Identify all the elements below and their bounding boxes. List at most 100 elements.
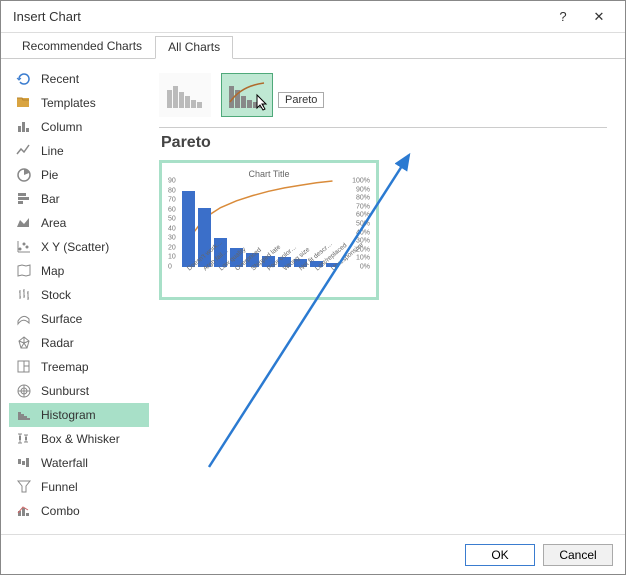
- sidebar-item-label: Line: [41, 144, 64, 158]
- y-tick: 90: [168, 178, 176, 185]
- subtype-tooltip: Pareto: [278, 92, 324, 108]
- tab-recommended[interactable]: Recommended Charts: [9, 35, 155, 58]
- right-tick: 80%: [356, 195, 370, 202]
- sidebar-item-label: Radar: [41, 336, 74, 350]
- right-tick: 60%: [356, 212, 370, 219]
- column-icon: [15, 119, 33, 135]
- bar-icon: [15, 191, 33, 207]
- funnel-icon: [15, 479, 33, 495]
- sidebar-item-waterfall[interactable]: Waterfall: [9, 451, 149, 475]
- sidebar-item-column[interactable]: Column: [9, 115, 149, 139]
- sidebar-item-recent[interactable]: Recent: [9, 67, 149, 91]
- sidebar-item-histogram[interactable]: Histogram: [9, 403, 149, 427]
- dialog-body: Recent Templates Column Line Pie Bar Area X Y (…: [1, 59, 625, 534]
- chart-type-sidebar: Recent Templates Column Line Pie Bar Area X Y (…: [9, 67, 149, 526]
- dialog-title: Insert Chart: [13, 9, 545, 24]
- sidebar-item-surface[interactable]: Surface: [9, 307, 149, 331]
- sidebar-item-label: Map: [41, 264, 64, 278]
- cursor-icon: [256, 94, 270, 112]
- preview-x-labels: Doesn't work…Argh fail…Low qualityOverpr…: [182, 267, 372, 303]
- boxwhisker-icon: [15, 431, 33, 447]
- sidebar-item-funnel[interactable]: Funnel: [9, 475, 149, 499]
- sidebar-item-label: X Y (Scatter): [41, 240, 109, 254]
- sidebar-item-line[interactable]: Line: [9, 139, 149, 163]
- y-tick: 50: [168, 216, 176, 223]
- treemap-icon: [15, 359, 33, 375]
- ok-button[interactable]: OK: [465, 544, 535, 566]
- y-tick: 70: [168, 197, 176, 204]
- sidebar-item-stock[interactable]: Stock: [9, 283, 149, 307]
- chart-subtype-panel: Pareto Pareto Chart Title 0 10 20 30 40 50 60 7…: [149, 67, 617, 526]
- subtype-title: Pareto: [161, 134, 607, 152]
- sidebar-item-label: Box & Whisker: [41, 432, 120, 446]
- right-tick: 100%: [352, 178, 370, 185]
- dialog-footer: OK Cancel: [1, 534, 625, 574]
- stock-icon: [15, 287, 33, 303]
- templates-icon: [15, 95, 33, 111]
- subtype-pareto[interactable]: Pareto: [221, 73, 273, 117]
- combo-icon: [15, 503, 33, 519]
- sidebar-item-label: Bar: [41, 192, 60, 206]
- sidebar-item-pie[interactable]: Pie: [9, 163, 149, 187]
- sidebar-item-bar[interactable]: Bar: [9, 187, 149, 211]
- close-button[interactable]: ✕: [581, 3, 617, 31]
- tab-all-charts[interactable]: All Charts: [155, 36, 233, 59]
- sidebar-item-label: Area: [41, 216, 66, 230]
- right-tick: 90%: [356, 186, 370, 193]
- sidebar-item-label: Funnel: [41, 480, 78, 494]
- sidebar-item-label: Surface: [41, 312, 82, 326]
- sidebar-item-label: Waterfall: [41, 456, 88, 470]
- y-tick: 80: [168, 187, 176, 194]
- sidebar-item-label: Sunburst: [41, 384, 89, 398]
- sidebar-item-radar[interactable]: Radar: [9, 331, 149, 355]
- sidebar-item-map[interactable]: Map: [9, 259, 149, 283]
- sidebar-item-label: Recent: [41, 72, 79, 86]
- right-tick: 50%: [356, 221, 370, 228]
- waterfall-icon: [15, 455, 33, 471]
- separator: [159, 127, 607, 128]
- sidebar-item-area[interactable]: Area: [9, 211, 149, 235]
- area-icon: [15, 215, 33, 231]
- sidebar-item-label: Column: [41, 120, 82, 134]
- y-tick: 30: [168, 235, 176, 242]
- sidebar-item-label: Stock: [41, 288, 71, 302]
- radar-icon: [15, 335, 33, 351]
- sidebar-item-label: Pie: [41, 168, 58, 182]
- sidebar-item-xy[interactable]: X Y (Scatter): [9, 235, 149, 259]
- titlebar: Insert Chart ? ✕: [1, 1, 625, 33]
- line-icon: [15, 143, 33, 159]
- sidebar-item-label: Combo: [41, 504, 80, 518]
- recent-icon: [15, 71, 33, 87]
- histogram-icon: [165, 80, 205, 110]
- subtype-row: Pareto: [159, 73, 607, 117]
- preview-chart-title: Chart Title: [166, 169, 372, 179]
- help-button[interactable]: ?: [545, 3, 581, 31]
- y-tick: 40: [168, 225, 176, 232]
- y-tick: 0: [168, 264, 172, 271]
- xy-icon: [15, 239, 33, 255]
- sidebar-item-label: Templates: [41, 96, 96, 110]
- pie-icon: [15, 167, 33, 183]
- y-tick: 60: [168, 206, 176, 213]
- right-tick: 70%: [356, 203, 370, 210]
- histogram-icon: [15, 407, 33, 423]
- sunburst-icon: [15, 383, 33, 399]
- y-tick: 10: [168, 254, 176, 261]
- cancel-button[interactable]: Cancel: [543, 544, 613, 566]
- sidebar-item-treemap[interactable]: Treemap: [9, 355, 149, 379]
- right-tick: 10%: [356, 255, 370, 262]
- sidebar-item-label: Histogram: [41, 408, 96, 422]
- chart-preview[interactable]: Chart Title 01020304050607080900%10%20%3…: [159, 160, 379, 300]
- sidebar-item-sunburst[interactable]: Sunburst: [9, 379, 149, 403]
- right-tick: 40%: [356, 229, 370, 236]
- sidebar-item-combo[interactable]: Combo: [9, 499, 149, 523]
- subtype-histogram[interactable]: [159, 73, 211, 117]
- y-tick: 20: [168, 244, 176, 251]
- sidebar-item-templates[interactable]: Templates: [9, 91, 149, 115]
- bar: [182, 191, 195, 267]
- surface-icon: [15, 311, 33, 327]
- map-icon: [15, 263, 33, 279]
- tab-strip: Recommended Charts All Charts: [1, 33, 625, 59]
- sidebar-item-label: Treemap: [41, 360, 89, 374]
- sidebar-item-boxwhisker[interactable]: Box & Whisker: [9, 427, 149, 451]
